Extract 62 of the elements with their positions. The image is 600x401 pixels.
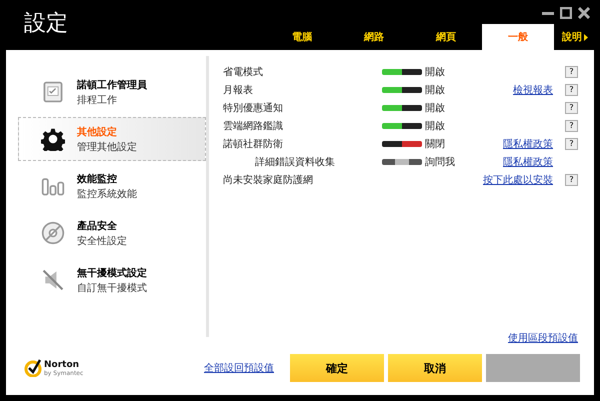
- tab[interactable]: 電腦: [266, 24, 338, 50]
- muted-speaker-icon: [41, 268, 65, 292]
- logo-name: Norton: [44, 360, 80, 370]
- item-subtitle: 安全性設定: [77, 234, 127, 248]
- tab[interactable]: 網路: [338, 24, 410, 50]
- close-icon[interactable]: [578, 7, 590, 19]
- setting-label: 月報表: [223, 84, 254, 97]
- dialog-button[interactable]: 取消: [388, 354, 482, 382]
- dialog-button[interactable]: 確定: [290, 354, 384, 382]
- help-button[interactable]: ?: [565, 120, 578, 132]
- reset-defaults-link[interactable]: 全部設回預設值: [204, 361, 274, 375]
- help-button[interactable]: ?: [565, 84, 578, 96]
- maximize-icon[interactable]: [560, 7, 572, 19]
- gear-icon: [41, 127, 65, 151]
- status-text: 開啟: [425, 102, 446, 115]
- setting-label: 諾頓社群防衛: [223, 138, 284, 151]
- setting-label: 特別優惠通知: [223, 102, 284, 115]
- setting-link[interactable]: 按下此處以安裝: [483, 175, 553, 186]
- disc-icon: [41, 221, 65, 245]
- toggle-switch[interactable]: [382, 87, 422, 93]
- setting-label: 尚未安裝家庭防護網: [223, 174, 314, 187]
- item-subtitle: 自訂無干擾模式: [77, 282, 147, 294]
- checkmark-logo-icon: [24, 359, 42, 377]
- section-defaults-link[interactable]: 使用區段預設值: [508, 331, 578, 345]
- item-subtitle: 排程工作: [77, 94, 118, 106]
- setting-label: 雲端網路鑑識: [223, 120, 284, 133]
- setting-label: 詳細錯誤資料收集: [254, 156, 336, 169]
- item-title: 產品安全: [77, 219, 118, 232]
- status-text: 開啟: [425, 120, 446, 133]
- item-title: 效能監控: [77, 172, 118, 186]
- setting-link[interactable]: 隱私權政策: [503, 139, 553, 150]
- setting-link[interactable]: 隱私權政策: [503, 157, 553, 168]
- caret-icon: [584, 34, 588, 40]
- setting-link[interactable]: 檢視報表: [513, 85, 553, 96]
- sidebar-item[interactable]: 無干擾模式設定 自訂無干擾模式: [18, 258, 206, 302]
- sidebar-item[interactable]: 其他設定 管理其他設定: [18, 117, 206, 161]
- toggle-switch[interactable]: [382, 69, 422, 75]
- window-title: 設定: [23, 10, 69, 38]
- item-title: 諾頓工作管理員: [77, 78, 147, 92]
- item-title: 無干擾模式設定: [77, 266, 147, 280]
- help-button[interactable]: ?: [565, 174, 578, 186]
- item-subtitle: 監控系統效能: [77, 188, 137, 200]
- setting-label: 省電模式: [223, 66, 264, 79]
- toggle-switch[interactable]: [382, 105, 422, 111]
- toggle-switch[interactable]: [382, 141, 422, 147]
- help-button[interactable]: ?: [565, 102, 578, 114]
- item-title: 其他設定: [77, 125, 118, 138]
- sidebar-item[interactable]: 產品安全 安全性設定: [18, 211, 206, 255]
- status-text: 詢問我: [425, 156, 456, 169]
- help-button[interactable]: ?: [565, 138, 578, 150]
- sidebar-item[interactable]: 效能監控 監控系統效能: [18, 164, 206, 208]
- toggle-switch[interactable]: [382, 159, 422, 165]
- checklist-icon: [41, 80, 65, 104]
- help-menu[interactable]: 說明: [554, 24, 594, 50]
- toggle-switch[interactable]: [382, 123, 422, 129]
- help-button[interactable]: ?: [565, 66, 578, 78]
- status-text: 開啟: [425, 66, 446, 79]
- item-subtitle: 管理其他設定: [77, 140, 137, 154]
- status-text: 開啟: [425, 84, 446, 97]
- tab[interactable]: 網頁: [410, 24, 482, 50]
- sidebar-item[interactable]: 諾頓工作管理員 排程工作: [18, 70, 206, 114]
- status-text: 關閉: [425, 138, 446, 151]
